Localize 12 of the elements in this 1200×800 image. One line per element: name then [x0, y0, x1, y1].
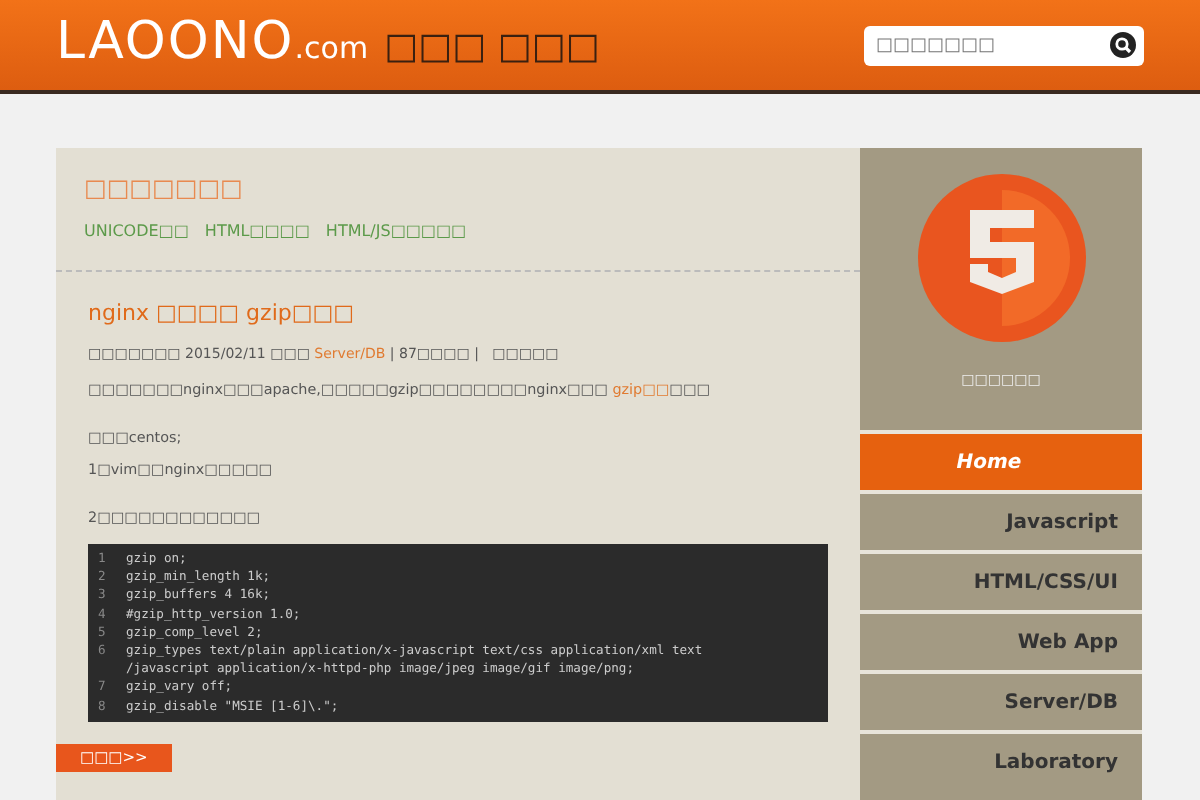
featured-link[interactable]: HTML/JS□□□□□ [325, 220, 467, 244]
html5-logo-icon [917, 174, 1085, 342]
featured-link[interactable]: HTML□□□□ [204, 220, 310, 244]
post-title[interactable]: nginx □□□□ gzip□□□ [88, 300, 828, 328]
nav-item[interactable]: Home [860, 430, 1142, 490]
search-field[interactable]: □□□□□□□ [864, 25, 1144, 65]
featured-link[interactable]: UNICODE□□ [84, 220, 189, 244]
search-icon[interactable] [1110, 32, 1136, 58]
logo-suffix: .com [294, 28, 369, 70]
site-tagline: □□□ □□□ [384, 24, 600, 72]
site-logo[interactable]: LAOONO [56, 16, 295, 68]
featured-title: □□□□□□□ [84, 172, 245, 204]
